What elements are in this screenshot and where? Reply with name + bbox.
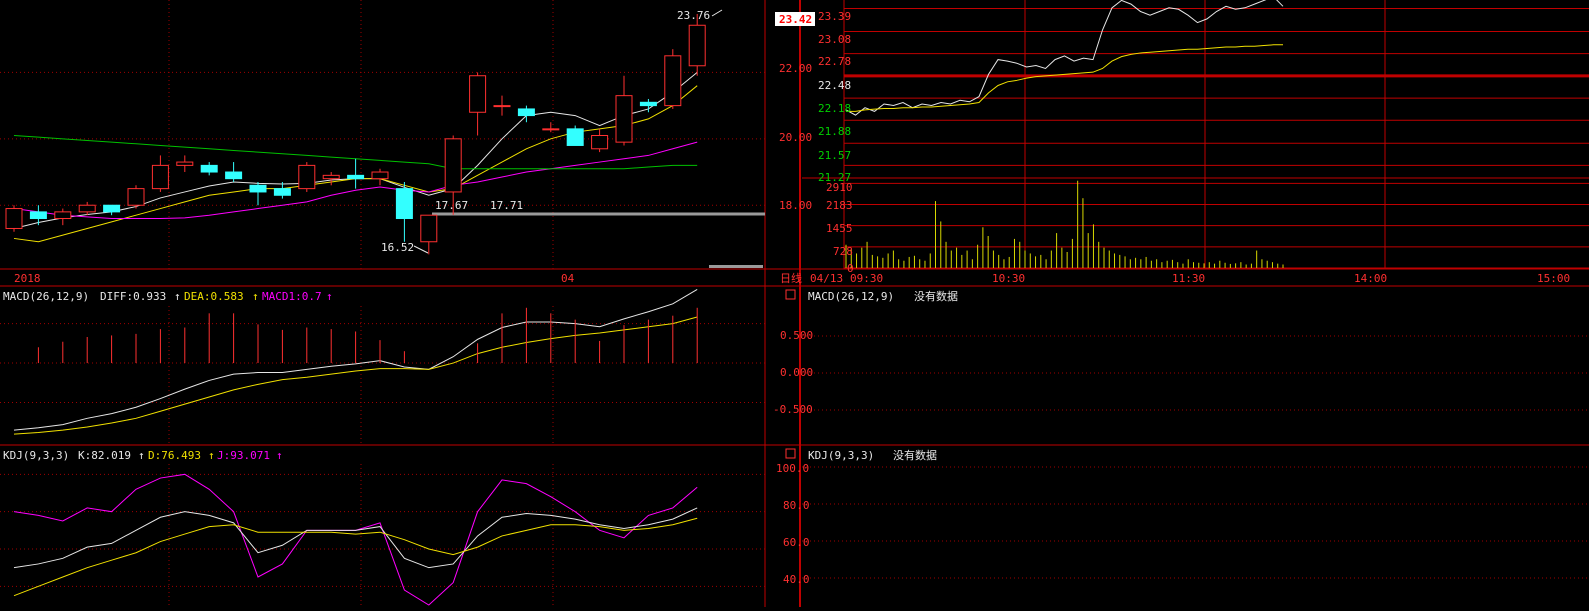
- macd-macd1-readout: MACD1:0.7: [262, 290, 322, 303]
- intraday-vol-tick-2: 1455: [826, 222, 853, 235]
- kline-candle-up: [78, 204, 96, 213]
- kline-candle-up: [420, 214, 438, 243]
- intraday-price-tick-0: 23.39: [818, 10, 851, 23]
- current-price-label: 23.42: [779, 13, 812, 26]
- kdj-title: KDJ(9,3,3): [3, 449, 69, 462]
- kline-candle-down: [103, 204, 121, 213]
- kline-annotation-mid-right: 17.71: [490, 199, 523, 212]
- intraday-price-tick-3: 22.48: [818, 79, 851, 92]
- intraday-macd-empty: 没有数据: [914, 289, 958, 303]
- kdj-d-arrow: ↑: [208, 449, 215, 462]
- macd-title: MACD(26,12,9): [3, 290, 89, 303]
- intraday-x-1130: 11:30: [1172, 272, 1205, 285]
- kline-candle-up: [151, 164, 169, 190]
- kdj-panel-toggle-icon[interactable]: [785, 448, 796, 459]
- kline-candle-up: [591, 135, 609, 150]
- intraday-vol-tick-0: 2910: [826, 181, 853, 194]
- intraday-x-1500: 15:00: [1537, 272, 1570, 285]
- kline-candle-down: [395, 188, 413, 220]
- macd-y-tick-0: 0.000: [780, 366, 813, 379]
- kline-candle-up: [615, 95, 633, 143]
- kdj-y-tick-80: 80.0: [783, 499, 810, 512]
- kline-candle-down: [225, 171, 243, 180]
- kline-y-tick-20: 20.00: [779, 131, 812, 144]
- kline-candle-up: [444, 138, 462, 193]
- kline-annotation-low: 16.52: [381, 241, 414, 254]
- kline-candle-down: [639, 101, 657, 107]
- intraday-price-tick-4: 22.18: [818, 102, 851, 115]
- kline-y-tick-18: 18.00: [779, 199, 812, 212]
- macd-dea-readout: DEA:0.583: [184, 290, 244, 303]
- intraday-x-1030: 10:30: [992, 272, 1025, 285]
- intraday-vol-tick-3: 728: [833, 245, 853, 258]
- kline-candle-up: [493, 105, 511, 108]
- intraday-date-label: 04/13: [810, 272, 843, 285]
- kline-candle-up: [688, 24, 706, 67]
- kline-candle-down: [566, 128, 584, 146]
- kline-candle-down: [200, 164, 218, 173]
- kdj-y-tick-60: 60.0: [783, 536, 810, 549]
- macd-y-tick--0.5: -0.500: [773, 403, 813, 416]
- macd-diff-arrow: ↑: [174, 290, 181, 303]
- kline-candle-up: [322, 174, 340, 180]
- intraday-price-tick-6: 21.57: [818, 149, 851, 162]
- intraday-price-tick-5: 21.88: [818, 125, 851, 138]
- intraday-x-1400: 14:00: [1354, 272, 1387, 285]
- intraday-x-0930: 09:30: [850, 272, 883, 285]
- kline-x-label-month: 04: [561, 272, 575, 285]
- intraday-kdj-empty: 没有数据: [893, 448, 937, 462]
- kdj-j-arrow: ↑: [276, 449, 283, 462]
- kline-annotation-high: 23.76: [677, 9, 710, 22]
- intraday-price-tick-2: 22.78: [818, 55, 851, 68]
- chart-canvas[interactable]: 23.76 16.52 17.67 17.71 22.00 20.00 18.0…: [0, 0, 1589, 607]
- intraday-macd-title: MACD(26,12,9): [808, 290, 894, 303]
- kline-candle-down: [347, 174, 365, 180]
- kline-candle-down: [517, 108, 535, 117]
- horizontal-scrollbar[interactable]: [709, 265, 763, 268]
- kline-low-leader: [413, 245, 429, 254]
- macd-panel-toggle-icon[interactable]: [785, 289, 796, 300]
- kdj-y-tick-100: 100.0: [776, 462, 809, 475]
- macd-dea-arrow: ↑: [252, 290, 259, 303]
- macd-diff-readout: DIFF:0.933: [100, 290, 166, 303]
- kline-candle-up: [371, 171, 389, 180]
- kline-candle-down: [29, 211, 47, 220]
- intraday-vol-tick-1: 2183: [826, 199, 853, 212]
- kline-candle-up: [542, 128, 560, 131]
- kline-candle-up: [176, 161, 194, 166]
- kline-high-leader: [711, 9, 723, 17]
- kline-candle-down: [273, 188, 291, 196]
- period-label[interactable]: 日线: [780, 271, 802, 285]
- kline-candle-up: [469, 75, 487, 113]
- kline-candle-up: [5, 208, 23, 229]
- kline-candle-down: [249, 184, 267, 193]
- kline-candle-up: [54, 211, 72, 220]
- kdj-k-readout: K:82.019: [78, 449, 131, 462]
- kline-candle-up: [298, 164, 316, 190]
- kdj-j-readout: J:93.071: [217, 449, 270, 462]
- intraday-kdj-title: KDJ(9,3,3): [808, 449, 874, 462]
- stock-chart-window: 23.76 16.52 17.67 17.71 22.00 20.00 18.0…: [0, 0, 1589, 607]
- kdj-d-readout: D:76.493: [148, 449, 201, 462]
- macd-y-tick-0.5: 0.500: [780, 329, 813, 342]
- kdj-y-tick-40: 40.0: [783, 573, 810, 586]
- kdj-k-arrow: ↑: [138, 449, 145, 462]
- intraday-avg-line: [846, 44, 1283, 112]
- macd-macd1-arrow: ↑: [326, 290, 333, 303]
- intraday-price-tick-1: 23.08: [818, 33, 851, 46]
- kline-annotation-mid-left: 17.67: [435, 199, 468, 212]
- kline-candle-up: [127, 188, 145, 206]
- kline-y-tick-22: 22.00: [779, 62, 812, 75]
- kline-x-label-year: 2018: [14, 272, 41, 285]
- kdj-j-line: [13, 473, 698, 606]
- kline-candle-up: [664, 55, 682, 107]
